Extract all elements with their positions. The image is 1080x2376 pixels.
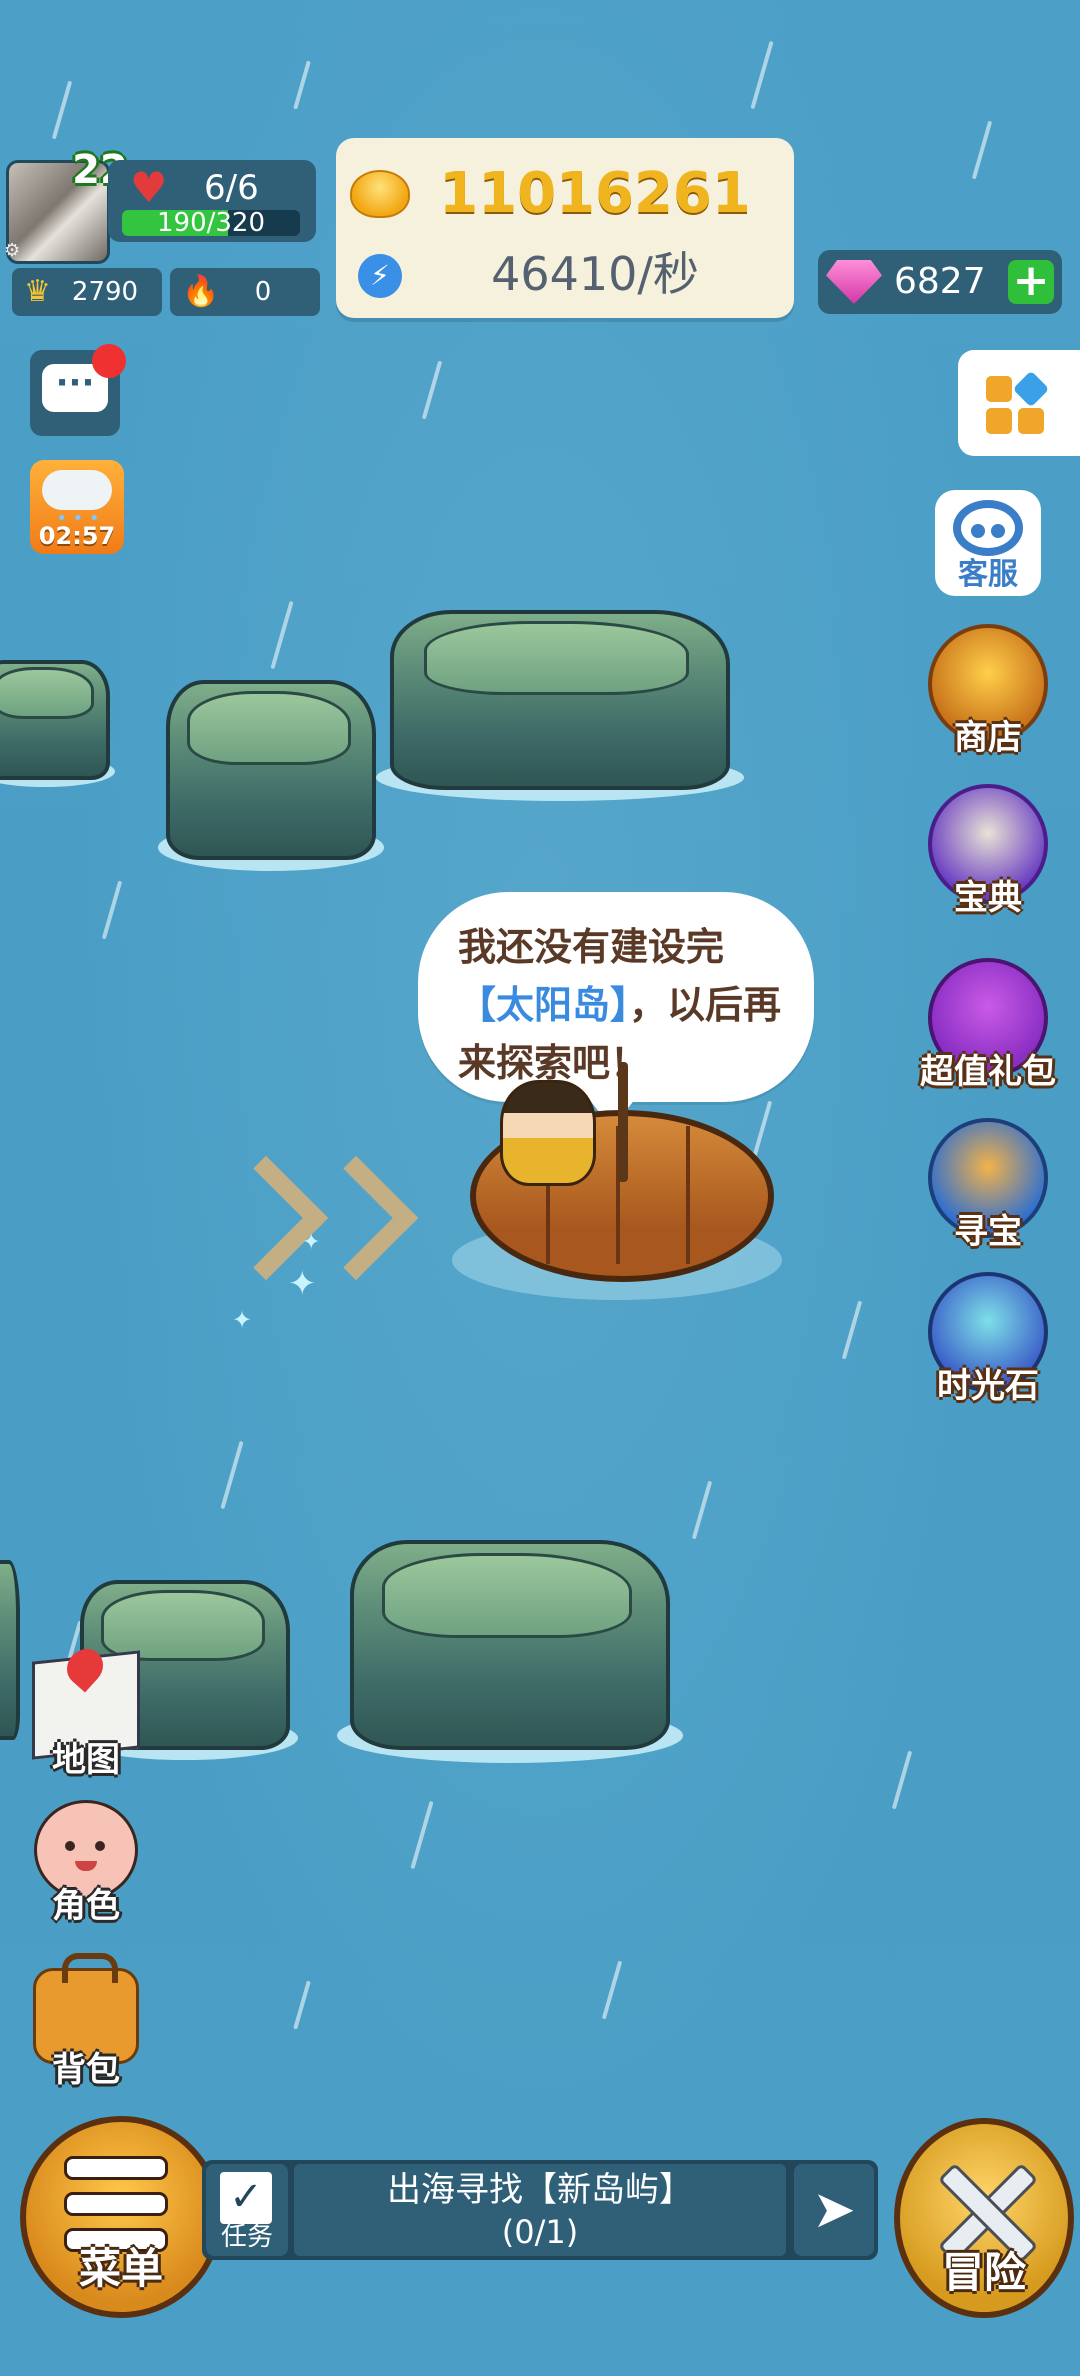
heart-icon: ♥ [130,163,168,212]
side-label: 宝典 [954,878,1022,918]
treasure-hunt-button[interactable]: 寻宝 [918,1118,1058,1252]
weather-timer: 02:57 [38,522,116,550]
rock-island [376,610,744,801]
speech-highlight: 【太阳岛】 [458,983,630,1027]
side-label: 寻宝 [954,1212,1022,1252]
customer-service-icon: 客服 [935,490,1041,596]
adventure-label: 冒险 [941,2248,1026,2297]
weather-button[interactable]: • • • 02:57 [30,460,124,554]
xp-value: 190/320 [156,210,265,236]
settings-gear-icon[interactable]: ⚙ [4,240,20,261]
main-menu-button[interactable]: 菜单 [20,2116,222,2318]
side-label: 商店 [954,718,1022,758]
gem-icon [826,260,882,304]
character-face-icon [34,1800,138,1900]
chat-button[interactable]: ··· [30,344,126,436]
treasure-book-button[interactable]: 宝典 [918,784,1058,918]
crown-stat: ♛ 2790 [12,268,162,316]
gold-coin-icon [350,170,410,218]
left-label: 背包 [52,2050,120,2090]
coin-value: 11016261 [439,161,751,226]
backpack-button[interactable]: 背包 [16,1953,156,2090]
fire-value: 0 [254,277,272,307]
rock-island [0,660,116,788]
clipboard-check-icon: ✓ [220,2172,272,2224]
left-label: 角色 [52,1886,120,1926]
current-quest[interactable]: 出海寻找【新岛屿】 (0/1) [294,2164,786,2256]
crown-value: 2790 [71,277,139,307]
crown-icon: ♛ [24,274,51,309]
quest-go-button[interactable]: ➤ [794,2164,874,2256]
add-gems-button[interactable]: + [1008,259,1054,304]
grid-square-icon [1012,370,1050,408]
hp-panel: ♥ 6/6 190/320 [108,160,316,242]
map-button[interactable]: 地图 [16,1641,156,1780]
grid-square-icon [986,408,1012,434]
grid-square-icon [986,376,1012,402]
player-character[interactable] [500,1080,596,1186]
notification-dot [92,344,126,378]
quest-bar[interactable]: ✓ 任务 出海寻找【新岛屿】 (0/1) ➤ [202,2160,878,2260]
task-label: 任务 [220,2222,273,2252]
side-label: 客服 [958,557,1018,592]
side-label: 时光石 [937,1366,1039,1406]
adventure-button[interactable]: 冒险 [894,2118,1074,2318]
npc-speech-bubble: 我还没有建设完【太阳岛】，以后再来探索吧！ [418,892,814,1128]
sparkle-icon: ✦ [232,1306,253,1334]
rock-island [157,680,385,871]
character-button[interactable]: 角色 [16,1800,156,1926]
raft-mast [618,1062,628,1182]
sparkle-icon: ✦ [288,1264,317,1304]
currency-panel: 11016261 ⚡ 46410/秒 [336,138,794,318]
hp-value: 6/6 [204,168,259,208]
rock-island [337,1540,683,1763]
lightning-icon: ⚡ [358,254,402,298]
fire-stat: 🔥 0 [170,268,320,316]
shop-button[interactable]: 商店 [918,624,1058,758]
left-label: 地图 [52,1740,120,1780]
xp-bar: 190/320 [122,210,300,236]
gift-pack-button[interactable]: 超值礼包 [918,958,1058,1092]
income-rate: 46410/秒 [491,247,699,301]
side-label: 超值礼包 [920,1052,1056,1092]
rain-cloud-icon [42,470,112,510]
more-apps-button[interactable] [958,350,1080,456]
gem-value: 6827 [894,261,986,302]
speech-text-pre: 我还没有建设完 [458,925,725,969]
sparkle-icon: ✦ [302,1230,321,1255]
task-button[interactable]: ✓ 任务 [206,2164,288,2256]
grid-square-icon [1018,408,1044,434]
customer-service-button[interactable]: 客服 [918,490,1058,596]
menu-label: 菜单 [78,2244,163,2293]
gem-panel: 6827 + [818,250,1062,314]
time-stone-button[interactable]: 时光石 [918,1272,1058,1406]
quest-title: 出海寻找【新岛屿】 [387,2170,693,2210]
quest-progress: (0/1) [501,2213,579,2251]
